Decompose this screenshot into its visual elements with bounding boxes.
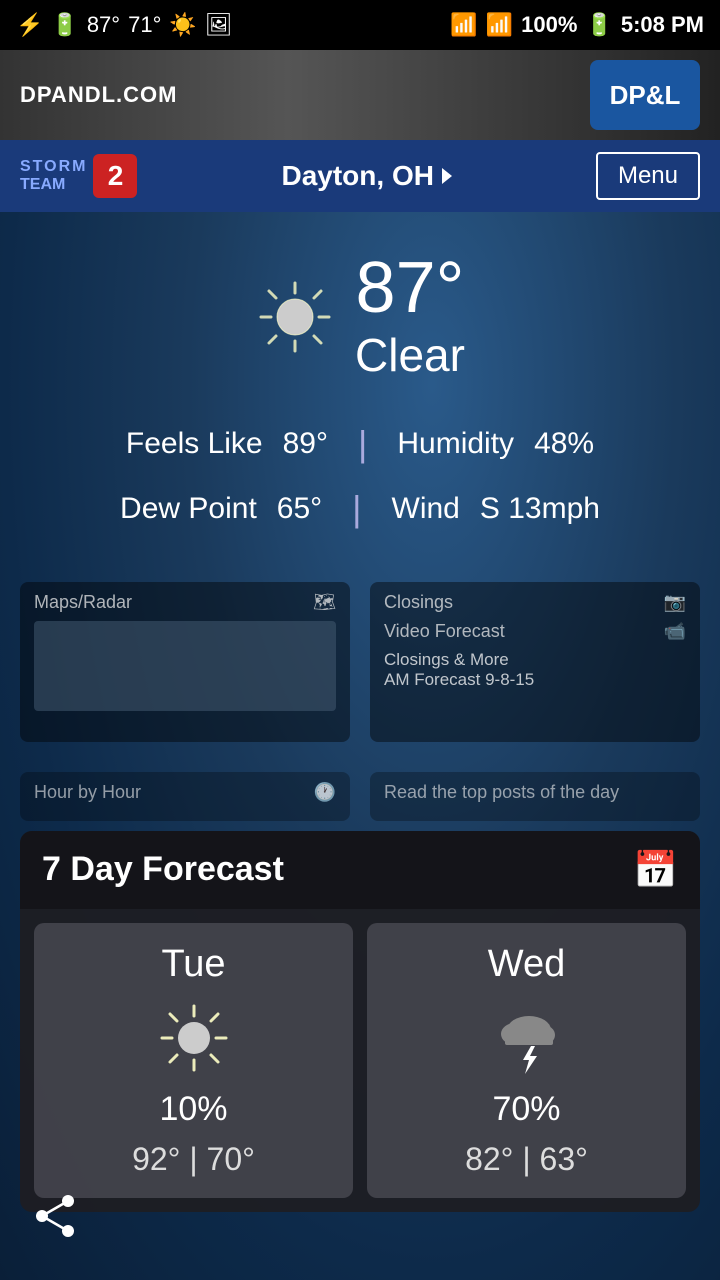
bg-card-row: Maps/Radar 🗺 Closings 📷 Video Forecast 📹…	[20, 582, 700, 742]
city-label[interactable]: Dayton, OH	[281, 160, 451, 192]
closings-more-label: Closings & More	[384, 650, 686, 670]
sun-icon-tue	[154, 998, 234, 1078]
ad-banner[interactable]: DPANDL.COM DP&L	[0, 50, 720, 140]
time-display: 5:08 PM	[621, 12, 704, 38]
bg-card-maps-title: Maps/Radar 🗺	[34, 592, 336, 613]
share-button[interactable]	[30, 1191, 80, 1250]
divider-1: |	[358, 412, 367, 477]
forecast-header: 7 Day Forecast 📅	[20, 831, 700, 909]
bg-card-extra-title: Read the top posts of the day	[384, 782, 686, 803]
status-bar: ⚡ 🔋 87° 71° ☀️ 🖼 📶 📶 100% 🔋 5:08 PM	[0, 0, 720, 50]
temp-display: 87°	[355, 252, 465, 324]
feels-like-val: 89°	[283, 417, 328, 471]
clock-icon: 🕐	[314, 782, 336, 803]
temp-status: 87°	[87, 12, 120, 38]
bg-card-maps: Maps/Radar 🗺	[20, 582, 350, 742]
humidity-val: 48%	[534, 417, 594, 471]
weather-status-icon: ☀️	[169, 12, 196, 38]
main-weather: 87° Clear Feels Like 89° | Humidity 48% …	[0, 212, 720, 562]
day-name-tue: Tue	[161, 943, 225, 986]
battery-small-icon: 🔋	[51, 12, 78, 38]
forecast-widget[interactable]: 7 Day Forecast 📅 Tue 10% 92° |	[20, 831, 700, 1212]
bg-card-extra: Read the top posts of the day	[370, 772, 700, 821]
current-weather-row: 87° Clear	[255, 252, 465, 382]
day-name-wed: Wed	[488, 943, 565, 986]
day-icon-tue	[154, 998, 234, 1078]
condition-display: Clear	[355, 328, 465, 382]
bg-cards-row2: Hour by Hour 🕐 Read the top posts of the…	[20, 772, 700, 821]
day-temps-tue: 92° | 70°	[132, 1141, 255, 1178]
day-precip-wed: 70%	[492, 1090, 560, 1129]
day-icon-wed	[487, 998, 567, 1078]
signal-icon: 📶	[486, 12, 513, 38]
bg-card2-row: Hour by Hour 🕐 Read the top posts of the…	[20, 772, 700, 821]
forecast-day-wed[interactable]: Wed 70% 82° | 63°	[367, 923, 686, 1198]
detail-row-1: Feels Like 89° | Humidity 48%	[120, 412, 600, 477]
share-icon	[30, 1191, 80, 1241]
ad-logo: DP&L	[590, 60, 700, 130]
bg-cards-area: Maps/Radar 🗺 Closings 📷 Video Forecast 📹…	[20, 582, 700, 762]
map-icon: 🗺	[313, 592, 336, 613]
divider-2: |	[352, 477, 361, 542]
day-precip-tue: 10%	[159, 1090, 227, 1129]
storm-logo-text: STORM	[20, 158, 87, 176]
dew-point-label: Dew Point	[120, 482, 257, 536]
temp2-status: 71°	[128, 12, 161, 38]
wind-val: S 13mph	[480, 482, 600, 536]
menu-button[interactable]: Menu	[596, 152, 700, 200]
battery-pct: 100%	[521, 12, 577, 38]
bg-card-closings: Closings 📷 Video Forecast 📹 Closings & M…	[370, 582, 700, 742]
storm-logo: STORM TEAM 2	[20, 154, 137, 198]
feels-like-label: Feels Like	[126, 417, 263, 471]
day-temps-wed: 82° | 63°	[465, 1141, 588, 1178]
wind-label: Wind	[392, 482, 460, 536]
bg-card-video-title: Video Forecast 📹	[384, 621, 686, 642]
storm-team-label: STORM TEAM	[20, 158, 87, 194]
status-right: 📶 📶 100% 🔋 5:08 PM	[450, 12, 704, 38]
storm-team-text: TEAM	[20, 176, 65, 194]
detail-row-2: Dew Point 65° | Wind S 13mph	[120, 477, 600, 542]
usb-icon: ⚡	[16, 12, 43, 38]
storm-badge: 2	[93, 154, 137, 198]
image-icon: 🖼	[205, 12, 233, 38]
camera-icon: 📷	[664, 592, 686, 613]
forecast-day-tue[interactable]: Tue 10% 92° | 70°	[34, 923, 353, 1198]
status-left: ⚡ 🔋 87° 71° ☀️ 🖼	[16, 12, 233, 38]
dew-point-val: 65°	[277, 482, 322, 536]
temp-condition: 87° Clear	[355, 252, 465, 382]
humidity-label: Humidity	[397, 417, 514, 471]
bg-card-hour-title: Hour by Hour 🕐	[34, 782, 336, 803]
bg-card-map-image	[34, 621, 336, 711]
wifi-icon: 📶	[450, 12, 477, 38]
am-forecast-label: AM Forecast 9-8-15	[384, 670, 686, 690]
bg-card-hour: Hour by Hour 🕐	[20, 772, 350, 821]
bg-card-closings-title: Closings 📷	[384, 592, 686, 613]
ad-left-text: DPANDL.COM	[20, 82, 177, 108]
weather-details: Feels Like 89° | Humidity 48% Dew Point …	[120, 412, 600, 542]
battery-icon: 🔋	[585, 12, 612, 38]
city-dropdown-arrow	[442, 168, 452, 184]
video-icon: 📹	[664, 621, 686, 642]
calendar-icon: 📅	[633, 849, 678, 891]
city-text: Dayton, OH	[281, 160, 433, 192]
sun-icon	[255, 277, 335, 357]
header-nav: STORM TEAM 2 Dayton, OH Menu	[0, 140, 720, 212]
forecast-days: Tue 10% 92° | 70° Wed	[20, 909, 700, 1212]
storm-icon-wed	[487, 998, 567, 1078]
forecast-title: 7 Day Forecast	[42, 850, 284, 889]
bg-card-list: Closings & More AM Forecast 9-8-15	[384, 650, 686, 690]
